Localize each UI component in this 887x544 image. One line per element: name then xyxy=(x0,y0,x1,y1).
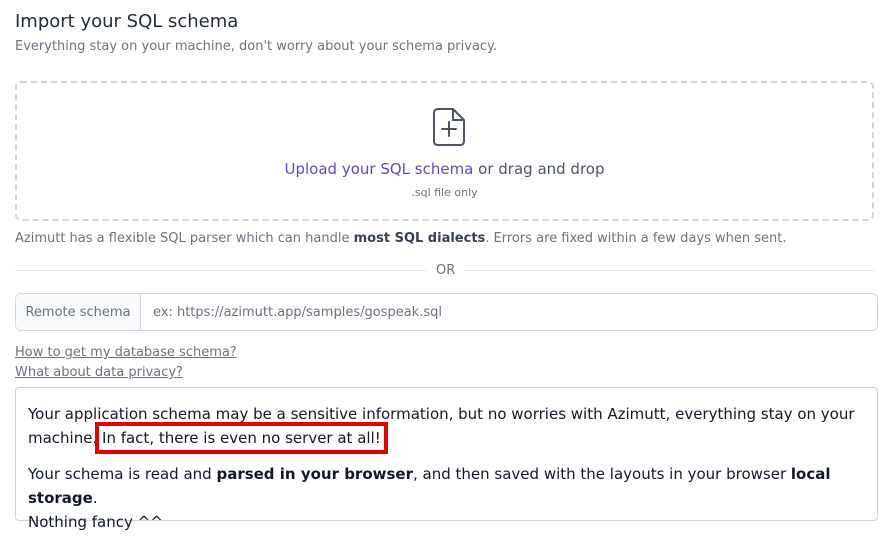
file-plus-icon xyxy=(433,108,465,146)
remote-schema-label: Remote schema xyxy=(16,294,141,330)
parser-note: Azimutt has a flexible SQL parser which … xyxy=(15,231,787,246)
get-schema-help-link[interactable]: How to get my database schema? xyxy=(15,344,237,362)
remote-schema-group: Remote schema xyxy=(15,293,878,331)
data-privacy-link[interactable]: What about data privacy? xyxy=(15,364,183,382)
upload-schema-link[interactable]: Upload your SQL schema xyxy=(285,160,474,178)
upload-instructions: Upload your SQL schema or drag and drop xyxy=(17,159,872,179)
file-type-note: .sql file only xyxy=(411,186,478,199)
or-divider-label: OR xyxy=(427,262,465,280)
parser-note-emphasis: most SQL dialects xyxy=(353,231,486,246)
page-subtitle: Everything stay on your machine, don't w… xyxy=(15,39,498,54)
page-title: Import your SQL schema xyxy=(15,11,239,32)
import-sql-panel: Import your SQL schema Everything stay o… xyxy=(0,0,887,544)
privacy-paragraph-1: Your application schema may be a sensiti… xyxy=(28,405,855,454)
privacy-info-box: Your application schema may be a sensiti… xyxy=(15,387,878,531)
drag-drop-text: or drag and drop xyxy=(473,160,605,178)
remote-schema-input[interactable] xyxy=(141,294,877,330)
sql-dropzone[interactable]: Upload your SQL schema or drag and drop … xyxy=(15,81,874,221)
privacy-paragraph-2: Your schema is read and parsed in your b… xyxy=(28,465,831,531)
highlighted-statement: In fact, there is even no server at all! xyxy=(95,422,388,454)
